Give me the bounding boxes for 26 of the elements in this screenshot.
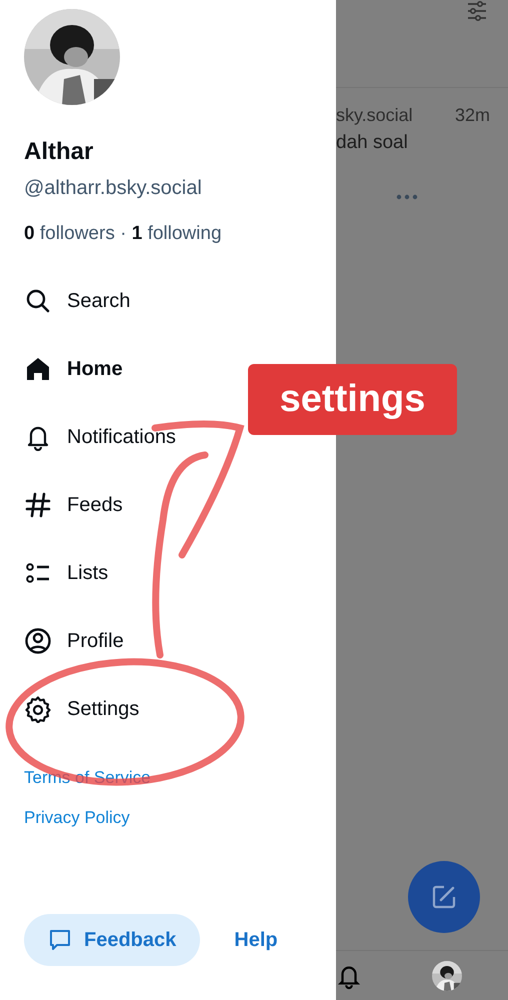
menu-item[interactable]: Notifications: [24, 403, 176, 471]
home-icon: [24, 355, 52, 383]
post-handle: sky.social: [336, 104, 413, 127]
user-handle: @altharr.bsky.social: [24, 176, 203, 201]
settings-icon: [24, 695, 52, 723]
menu-item[interactable]: Lists: [24, 539, 108, 607]
hash-icon: [24, 491, 52, 519]
feedback-button[interactable]: Feedback: [24, 914, 200, 966]
annotation-label: settings: [248, 364, 457, 435]
help-link[interactable]: Help: [234, 925, 278, 955]
menu-item[interactable]: Settings: [24, 675, 140, 743]
display-name: Althar: [24, 137, 94, 167]
menu-item[interactable]: Search: [24, 267, 130, 335]
menu-item[interactable]: Profile: [24, 607, 124, 675]
footer-link[interactable]: Privacy Policy: [24, 807, 130, 829]
filter-icon[interactable]: [466, 0, 488, 22]
more-icon[interactable]: [396, 194, 418, 200]
chat-icon: [48, 928, 72, 952]
compose-icon: [430, 883, 458, 911]
post-text: dah soal: [336, 131, 409, 155]
menu-item[interactable]: Home: [24, 335, 123, 403]
follow-stats: 0 followers · 1 following: [24, 222, 223, 246]
post-time: 32m: [454, 104, 490, 127]
search-icon: [24, 287, 52, 315]
user-icon: [24, 627, 52, 655]
menu-item[interactable]: Feeds: [24, 471, 123, 539]
